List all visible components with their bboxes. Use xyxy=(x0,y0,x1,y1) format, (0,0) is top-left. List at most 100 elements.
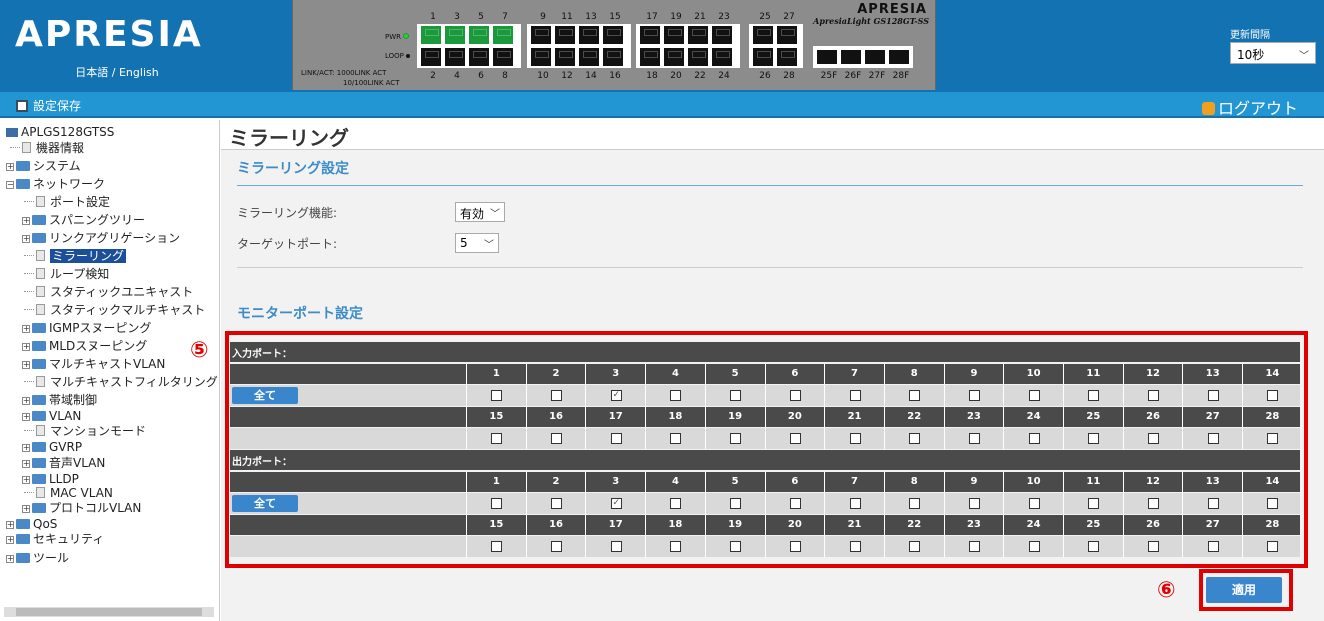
port-checkbox[interactable] xyxy=(730,498,742,509)
scrollbar-thumb[interactable] xyxy=(16,608,202,616)
port-checkbox[interactable] xyxy=(730,433,742,444)
sidebar-item[interactable]: スタティックマルチキャスト xyxy=(24,302,205,318)
expand-icon[interactable]: + xyxy=(22,217,30,225)
port-checkbox[interactable] xyxy=(670,541,682,552)
port-checkbox[interactable] xyxy=(789,541,801,552)
sidebar-item[interactable]: + マルチキャストVLAN xyxy=(22,356,165,372)
port-checkbox[interactable] xyxy=(670,390,682,401)
port-checkbox[interactable] xyxy=(1028,541,1040,552)
port-checkbox[interactable] xyxy=(968,541,980,552)
expand-icon[interactable]: + xyxy=(6,521,14,529)
port-checkbox[interactable] xyxy=(1028,433,1040,444)
expand-icon[interactable]: + xyxy=(22,325,30,333)
expand-icon[interactable]: + xyxy=(22,505,30,513)
sidebar-item[interactable]: + スパニングツリー xyxy=(22,212,145,228)
port-checkbox[interactable] xyxy=(491,541,503,552)
port-checkbox[interactable] xyxy=(1028,498,1040,509)
sidebar-item[interactable]: + IGMPスヌーピング xyxy=(22,320,151,336)
port-checkbox[interactable] xyxy=(730,390,742,401)
port-checkbox[interactable] xyxy=(1267,498,1279,509)
port-checkbox[interactable] xyxy=(610,541,622,552)
port-checkbox[interactable] xyxy=(1267,433,1279,444)
port-checkbox[interactable] xyxy=(849,390,861,401)
port-checkbox[interactable] xyxy=(849,541,861,552)
sidebar-item[interactable]: ポート設定 xyxy=(24,194,110,210)
port-checkbox[interactable] xyxy=(789,498,801,509)
port-checkbox[interactable] xyxy=(1207,390,1219,401)
select-all-button[interactable]: 全て xyxy=(232,495,298,512)
port-checkbox[interactable] xyxy=(1088,390,1100,401)
sidebar-item[interactable]: + 音声VLAN xyxy=(22,455,105,471)
port-checkbox[interactable] xyxy=(491,498,503,509)
expand-icon[interactable]: + xyxy=(22,460,30,468)
port-checkbox[interactable] xyxy=(1148,390,1160,401)
sidebar-item[interactable]: 機器情報 xyxy=(10,140,84,156)
expand-icon[interactable]: + xyxy=(22,343,30,351)
port-checkbox[interactable] xyxy=(551,390,563,401)
expand-icon[interactable]: + xyxy=(6,163,14,171)
expand-icon[interactable]: + xyxy=(22,413,30,421)
port-checkbox[interactable] xyxy=(551,541,563,552)
refresh-interval-select[interactable]: 10秒 ﹀ xyxy=(1230,42,1316,64)
port-checkbox[interactable] xyxy=(968,498,980,509)
sidebar-item[interactable]: ミラーリング xyxy=(24,248,127,264)
sidebar-item[interactable]: マルチキャストフィルタリング xyxy=(24,374,218,390)
port-checkbox[interactable]: ✓ xyxy=(610,390,622,401)
port-checkbox[interactable] xyxy=(551,498,563,509)
port-checkbox[interactable] xyxy=(1207,433,1219,444)
expand-icon[interactable]: + xyxy=(22,444,30,452)
port-checkbox[interactable] xyxy=(610,433,622,444)
port-checkbox[interactable]: ✓ xyxy=(610,498,622,509)
expand-icon[interactable]: + xyxy=(22,476,30,484)
select-all-button[interactable]: 全て xyxy=(232,387,298,404)
port-checkbox[interactable] xyxy=(909,433,921,444)
sidebar-item[interactable]: APLGS128GTSS xyxy=(6,124,114,140)
port-checkbox[interactable] xyxy=(909,498,921,509)
expand-icon[interactable]: + xyxy=(22,361,30,369)
language-switch[interactable]: 日本語 / English xyxy=(0,64,234,80)
sidebar-item[interactable]: スタティックユニキャスト xyxy=(24,284,193,300)
port-checkbox[interactable] xyxy=(789,433,801,444)
port-checkbox[interactable] xyxy=(670,498,682,509)
expand-icon[interactable]: + xyxy=(6,536,14,544)
port-checkbox[interactable] xyxy=(1028,390,1040,401)
sidebar-item[interactable]: + GVRP xyxy=(22,439,82,455)
sidebar-item[interactable]: + セキュリティ xyxy=(6,531,104,547)
sidebar-item[interactable]: + QoS xyxy=(6,516,57,532)
port-checkbox[interactable] xyxy=(1148,498,1160,509)
port-checkbox[interactable] xyxy=(1088,433,1100,444)
port-checkbox[interactable] xyxy=(1207,498,1219,509)
expand-icon[interactable]: + xyxy=(22,235,30,243)
port-checkbox[interactable] xyxy=(670,433,682,444)
sidebar-item[interactable]: + ツール xyxy=(6,550,69,566)
mirroring-function-select[interactable]: 有効 ﹀ xyxy=(455,202,505,222)
port-checkbox[interactable] xyxy=(730,541,742,552)
save-config-button[interactable]: 設定保存 xyxy=(16,97,81,114)
sidebar-item[interactable]: + リンクアグリゲーション xyxy=(22,230,180,246)
sidebar-item[interactable]: + システム xyxy=(6,158,81,174)
sidebar-item[interactable]: マンションモード xyxy=(24,423,146,439)
port-checkbox[interactable] xyxy=(849,433,861,444)
port-checkbox[interactable] xyxy=(1088,541,1100,552)
apply-button[interactable]: 適用 xyxy=(1206,577,1282,603)
port-checkbox[interactable] xyxy=(1148,541,1160,552)
sidebar-item[interactable]: + 帯域制御 xyxy=(22,392,97,408)
target-port-select[interactable]: 5 ﹀ xyxy=(455,233,499,253)
expand-icon[interactable]: + xyxy=(6,555,14,563)
sidebar-item[interactable]: + MLDスヌーピング xyxy=(22,338,147,354)
port-checkbox[interactable] xyxy=(909,390,921,401)
horizontal-scrollbar[interactable] xyxy=(4,607,214,617)
collapse-icon[interactable]: − xyxy=(6,181,14,189)
port-checkbox[interactable] xyxy=(551,433,563,444)
port-checkbox[interactable] xyxy=(1207,541,1219,552)
port-checkbox[interactable] xyxy=(491,390,503,401)
port-checkbox[interactable] xyxy=(849,498,861,509)
port-checkbox[interactable] xyxy=(1267,390,1279,401)
port-checkbox[interactable] xyxy=(1088,498,1100,509)
port-checkbox[interactable] xyxy=(1148,433,1160,444)
logout-button[interactable]: ログアウト xyxy=(1201,95,1298,119)
port-checkbox[interactable] xyxy=(909,541,921,552)
port-checkbox[interactable] xyxy=(968,390,980,401)
sidebar-item[interactable]: MAC VLAN xyxy=(24,485,113,501)
port-checkbox[interactable] xyxy=(1267,541,1279,552)
